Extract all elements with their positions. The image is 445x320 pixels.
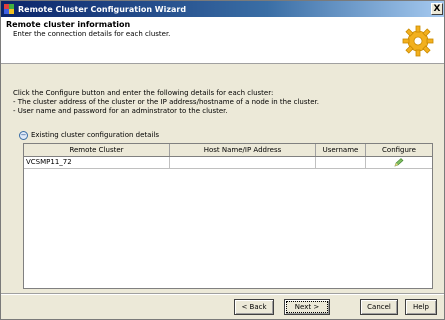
cluster-table: Remote Cluster Host Name/IP Address User… [23,143,433,289]
configure-pencil-icon[interactable] [394,158,404,167]
wizard-window: Remote Cluster Configuration Wizard X Re… [0,0,445,320]
column-configure[interactable]: Configure [366,144,432,156]
wizard-header: Remote cluster information Enter the con… [1,17,444,64]
window-title: Remote Cluster Configuration Wizard [18,4,187,14]
help-button[interactable]: Help [405,299,437,315]
table-row[interactable]: VCSMP11_72 [24,157,432,169]
title-bar[interactable]: Remote Cluster Configuration Wizard X [1,1,444,17]
footer-separator [1,293,444,295]
column-remote-cluster[interactable]: Remote Cluster [24,144,170,156]
app-icon [4,4,14,14]
table-header: Remote Cluster Host Name/IP Address User… [24,144,432,157]
page-subtitle: Enter the connection details for each cl… [13,30,171,38]
host-name-cell[interactable] [170,157,316,168]
cancel-button[interactable]: Cancel [360,299,398,315]
section-label: Existing cluster configuration details [31,131,159,139]
username-cell[interactable] [316,157,366,168]
gear-icon [402,25,434,57]
instruction-line: - User name and password for an adminstr… [13,107,228,115]
remote-cluster-cell[interactable]: VCSMP11_72 [24,157,170,168]
next-button[interactable]: Next > [284,299,330,315]
close-button[interactable]: X [431,3,443,15]
back-button[interactable]: < Back [234,299,274,315]
instruction-line: Click the Configure button and enter the… [13,89,274,97]
collapse-icon[interactable]: − [19,131,28,140]
instructions: Click the Configure button and enter the… [13,89,319,116]
instruction-line: - The cluster address of the cluster or … [13,98,320,106]
column-username[interactable]: Username [316,144,366,156]
column-host-name[interactable]: Host Name/IP Address [170,144,316,156]
page-title: Remote cluster information [6,20,131,29]
configure-cell[interactable] [366,157,432,168]
